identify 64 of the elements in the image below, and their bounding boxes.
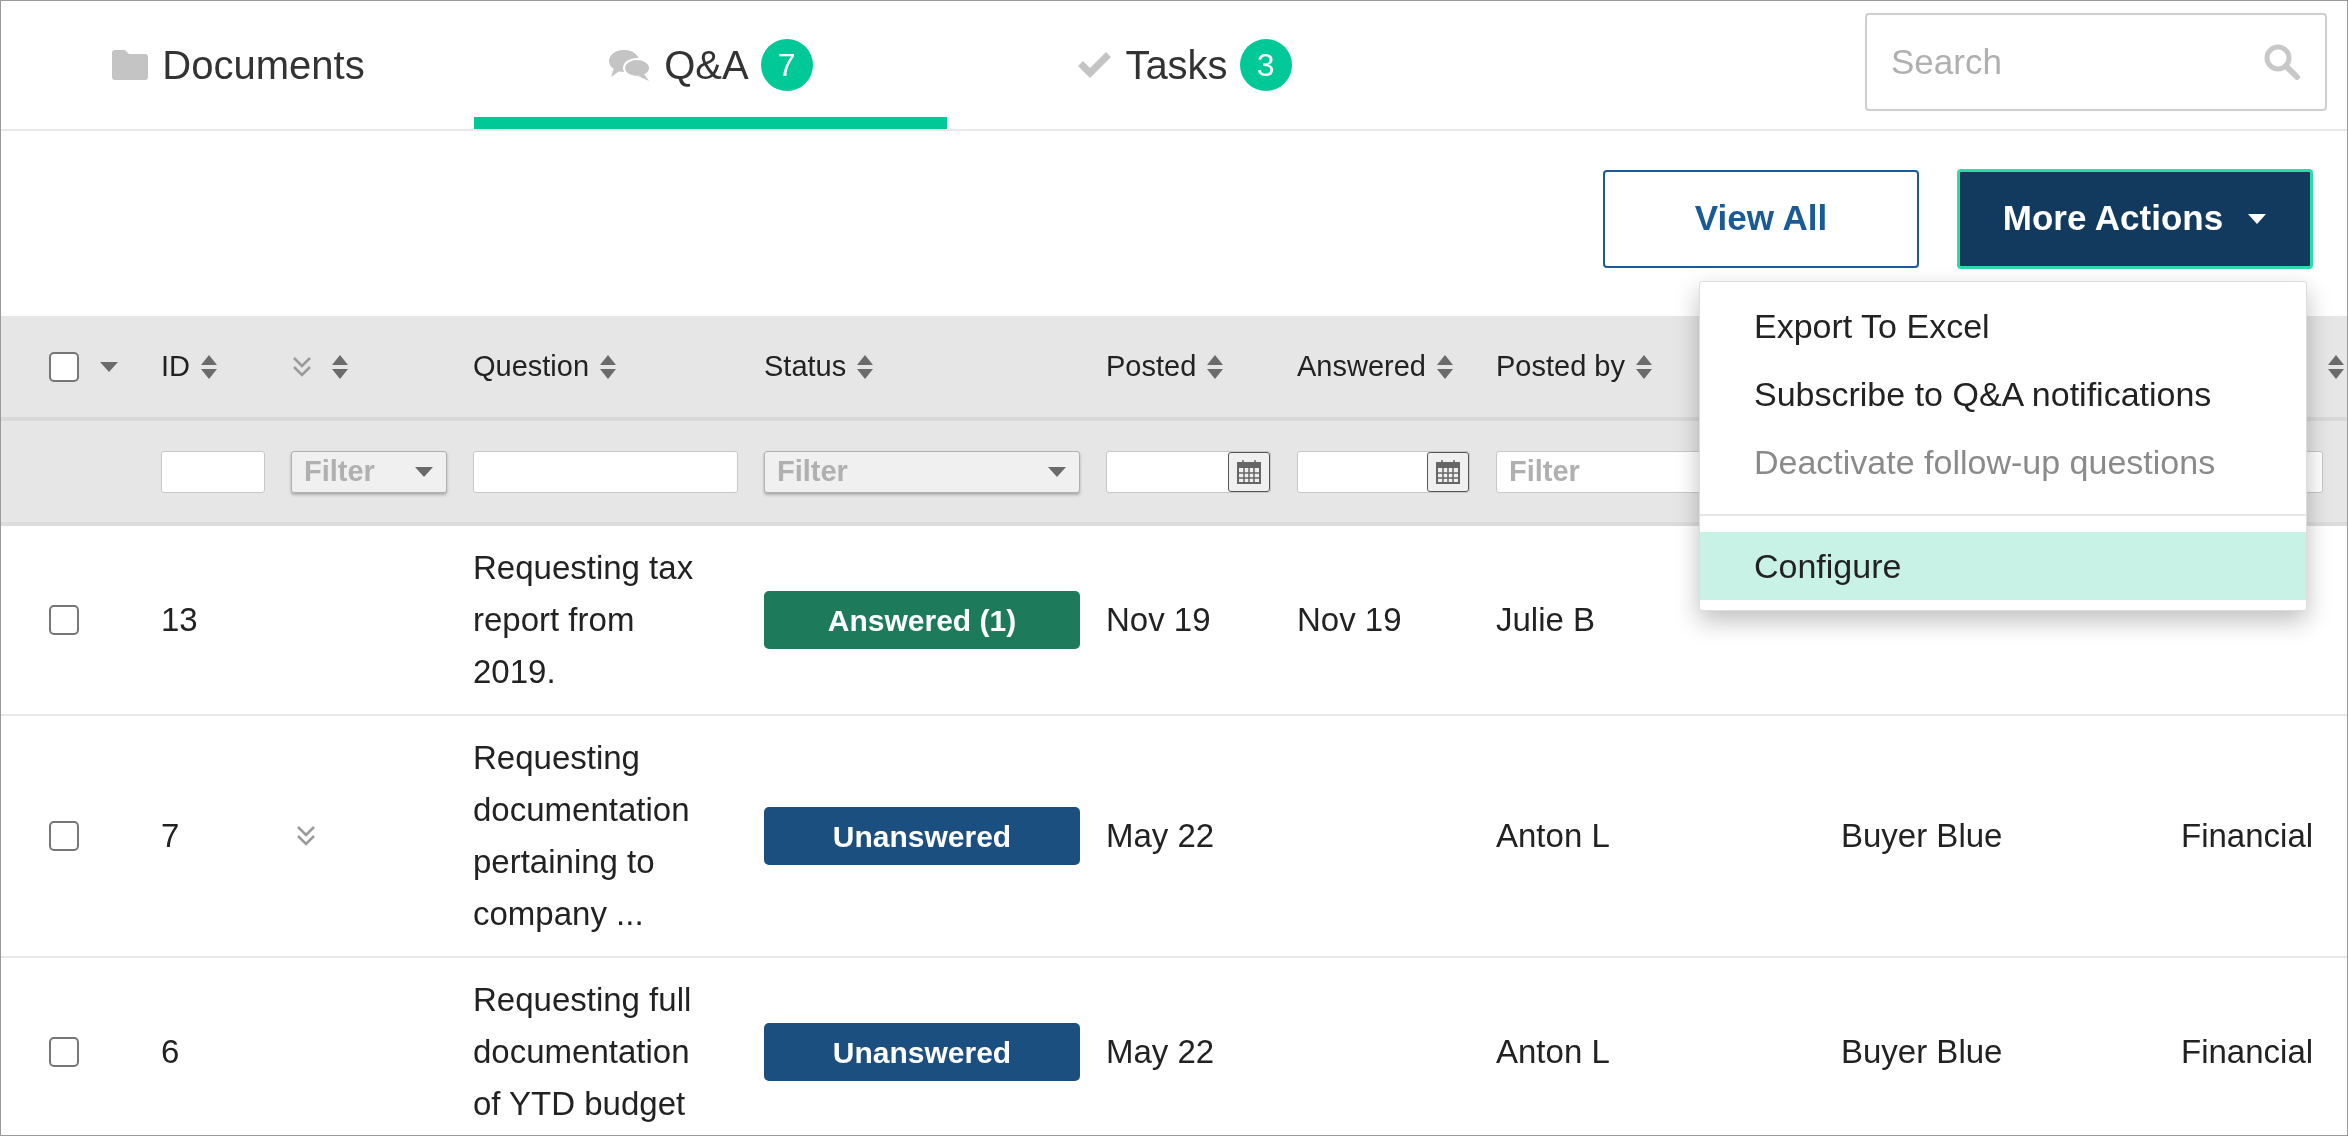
date-field[interactable]: [1106, 450, 1271, 493]
table-cell: Buyer Blue: [1841, 1033, 2003, 1071]
filter-field[interactable]: [161, 450, 265, 493]
sort-icon[interactable]: [200, 353, 218, 380]
column-header[interactable]: ID: [161, 344, 190, 389]
checkbox[interactable]: [49, 605, 79, 635]
column-header[interactable]: Posted: [1106, 344, 1197, 389]
table-cell: Financial: [2181, 817, 2314, 855]
filter-field[interactable]: [473, 450, 738, 493]
sort-icon[interactable]: [1435, 353, 1454, 380]
column-header[interactable]: Answered: [1297, 344, 1426, 389]
menu-item[interactable]: Export To Excel: [1700, 292, 2306, 360]
table-cell: Buyer Blue: [1841, 817, 2003, 855]
sort-icon[interactable]: [1635, 353, 1653, 380]
column-header[interactable]: Question: [473, 344, 590, 389]
caret-icon: [99, 360, 119, 373]
status-badge: Answered (1): [764, 591, 1080, 649]
calendar-icon: [1435, 458, 1461, 485]
folder-icon: [110, 49, 151, 81]
caret-icon: [2247, 212, 2268, 225]
checkbox[interactable]: [49, 351, 79, 382]
calendar-button[interactable]: [1228, 451, 1270, 492]
table-cell: 6: [161, 1033, 180, 1071]
menu-item[interactable]: Configure: [1700, 532, 2306, 600]
sort-icon[interactable]: [599, 353, 618, 380]
table-cell: Nov 19: [1106, 601, 1211, 639]
menu-item[interactable]: Subscribe to Q&A notifications: [1700, 360, 2306, 428]
table-cell: Nov 19: [1297, 601, 1402, 639]
question-text[interactable]: Requesting documentation pertaining to company ...: [473, 732, 718, 940]
count-badge: 7: [760, 39, 813, 91]
checkbox[interactable]: [49, 821, 79, 851]
status-badge: Unanswered: [764, 807, 1080, 865]
tab[interactable]: Documents: [1, 1, 474, 129]
table-cell: Anton L: [1496, 1033, 1610, 1071]
question-text[interactable]: Requesting full documentation of YTD budget: [473, 974, 718, 1130]
column-header[interactable]: Posted by: [1496, 344, 1625, 389]
table-cell: Julie B: [1496, 601, 1596, 639]
search-icon: [2263, 43, 2301, 81]
date-field[interactable]: [1297, 450, 1470, 493]
question-text[interactable]: Requesting tax report from 2019.: [473, 542, 718, 698]
table-cell: 7: [161, 817, 180, 855]
more-actions-button[interactable]: More Actions: [1957, 168, 2313, 269]
status-badge: Unanswered: [764, 1023, 1080, 1081]
table-cell: 13: [161, 601, 198, 639]
calendar-button[interactable]: [1427, 451, 1469, 492]
sort-icon[interactable]: [2327, 353, 2345, 380]
expand-all-icon[interactable]: [291, 354, 313, 379]
table-cell: May 22: [1106, 817, 1215, 855]
count-badge: 3: [1239, 39, 1292, 91]
calendar-icon: [1236, 458, 1262, 485]
checkbox[interactable]: [49, 1037, 79, 1067]
table-cell: May 22: [1106, 1033, 1215, 1071]
tab[interactable]: Q&A 7: [474, 1, 947, 129]
view-all-button[interactable]: View All: [1603, 169, 1919, 268]
sort-icon[interactable]: [331, 353, 349, 380]
table-cell: Anton L: [1496, 817, 1610, 855]
sort-icon[interactable]: [1206, 353, 1225, 380]
table-cell: Financial: [2181, 1033, 2314, 1071]
column-header[interactable]: Status: [764, 344, 847, 389]
expand-icon[interactable]: [295, 824, 317, 848]
caret-icon: [1047, 465, 1067, 478]
tab[interactable]: Tasks 3: [947, 1, 1420, 129]
sort-icon[interactable]: [856, 353, 875, 380]
caret-icon: [414, 465, 434, 478]
